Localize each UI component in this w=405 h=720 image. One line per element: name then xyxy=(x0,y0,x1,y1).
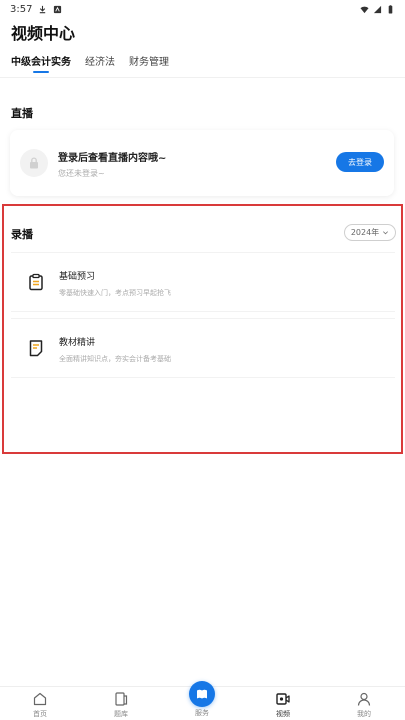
subject-tabs: 中级会计实务 经济法 财务管理 xyxy=(0,53,405,77)
tab-economic-law[interactable]: 经济法 xyxy=(85,53,115,75)
page-title: 视频中心 xyxy=(11,24,76,43)
nav-video-label: 视频 xyxy=(276,710,290,718)
status-time: 3:57 xyxy=(10,3,33,15)
nav-service-label: 服务 xyxy=(195,709,209,717)
nav-question-bank-label: 题库 xyxy=(114,710,128,718)
course-desc: 全面精讲知识点，夯实会计备考基础 xyxy=(59,355,171,363)
nav-home[interactable]: 首页 xyxy=(15,691,65,719)
book-icon xyxy=(197,689,207,699)
course-item-basic-preview[interactable]: 基础预习 零基础快速入门，考点预习早起抢飞 xyxy=(11,252,395,312)
nav-service-button[interactable] xyxy=(189,681,215,707)
question-bank-icon xyxy=(115,692,128,706)
login-button[interactable]: 去登录 xyxy=(336,152,384,172)
signal-icon xyxy=(373,5,382,13)
nav-video[interactable]: 视频 xyxy=(258,691,308,719)
year-selector[interactable]: 2024年 xyxy=(344,224,396,241)
download-icon xyxy=(40,5,46,13)
nav-profile[interactable]: 我的 xyxy=(339,691,389,719)
video-icon xyxy=(276,693,290,705)
clipboard-icon xyxy=(29,273,43,291)
tab-financial-management[interactable]: 财务管理 xyxy=(129,53,169,75)
battery-icon xyxy=(388,4,393,14)
status-bar: 3:57 xyxy=(0,0,405,18)
live-login-card: 登录后查看直播内容哦~ 您还未登录~ 去登录 xyxy=(10,130,394,196)
chevron-down-icon xyxy=(383,231,389,235)
document-icon xyxy=(29,340,43,357)
nav-home-label: 首页 xyxy=(33,710,47,718)
tab-intermediate-accounting[interactable]: 中级会计实务 xyxy=(11,53,71,75)
course-title: 教材精讲 xyxy=(59,338,96,348)
lock-avatar xyxy=(20,149,48,177)
tab-divider xyxy=(0,77,405,78)
nav-question-bank[interactable]: 题库 xyxy=(96,691,146,719)
nav-profile-label: 我的 xyxy=(357,710,371,718)
live-login-status: 您还未登录~ xyxy=(58,169,105,178)
course-item-textbook-lecture[interactable]: 教材精讲 全面精讲知识点，夯实会计备考基础 xyxy=(11,318,395,378)
home-icon xyxy=(33,692,47,706)
notification-icon xyxy=(54,5,62,13)
course-desc: 零基础快速入门，考点预习早起抢飞 xyxy=(59,289,171,297)
course-title: 基础预习 xyxy=(59,272,96,282)
recorded-section-title: 录播 xyxy=(11,228,33,241)
live-login-prompt: 登录后查看直播内容哦~ xyxy=(58,153,167,164)
live-section-title: 直播 xyxy=(11,107,33,120)
profile-icon xyxy=(357,692,371,706)
wifi-icon xyxy=(360,6,369,13)
lock-icon xyxy=(30,157,38,169)
year-selector-label: 2024年 xyxy=(350,228,380,237)
